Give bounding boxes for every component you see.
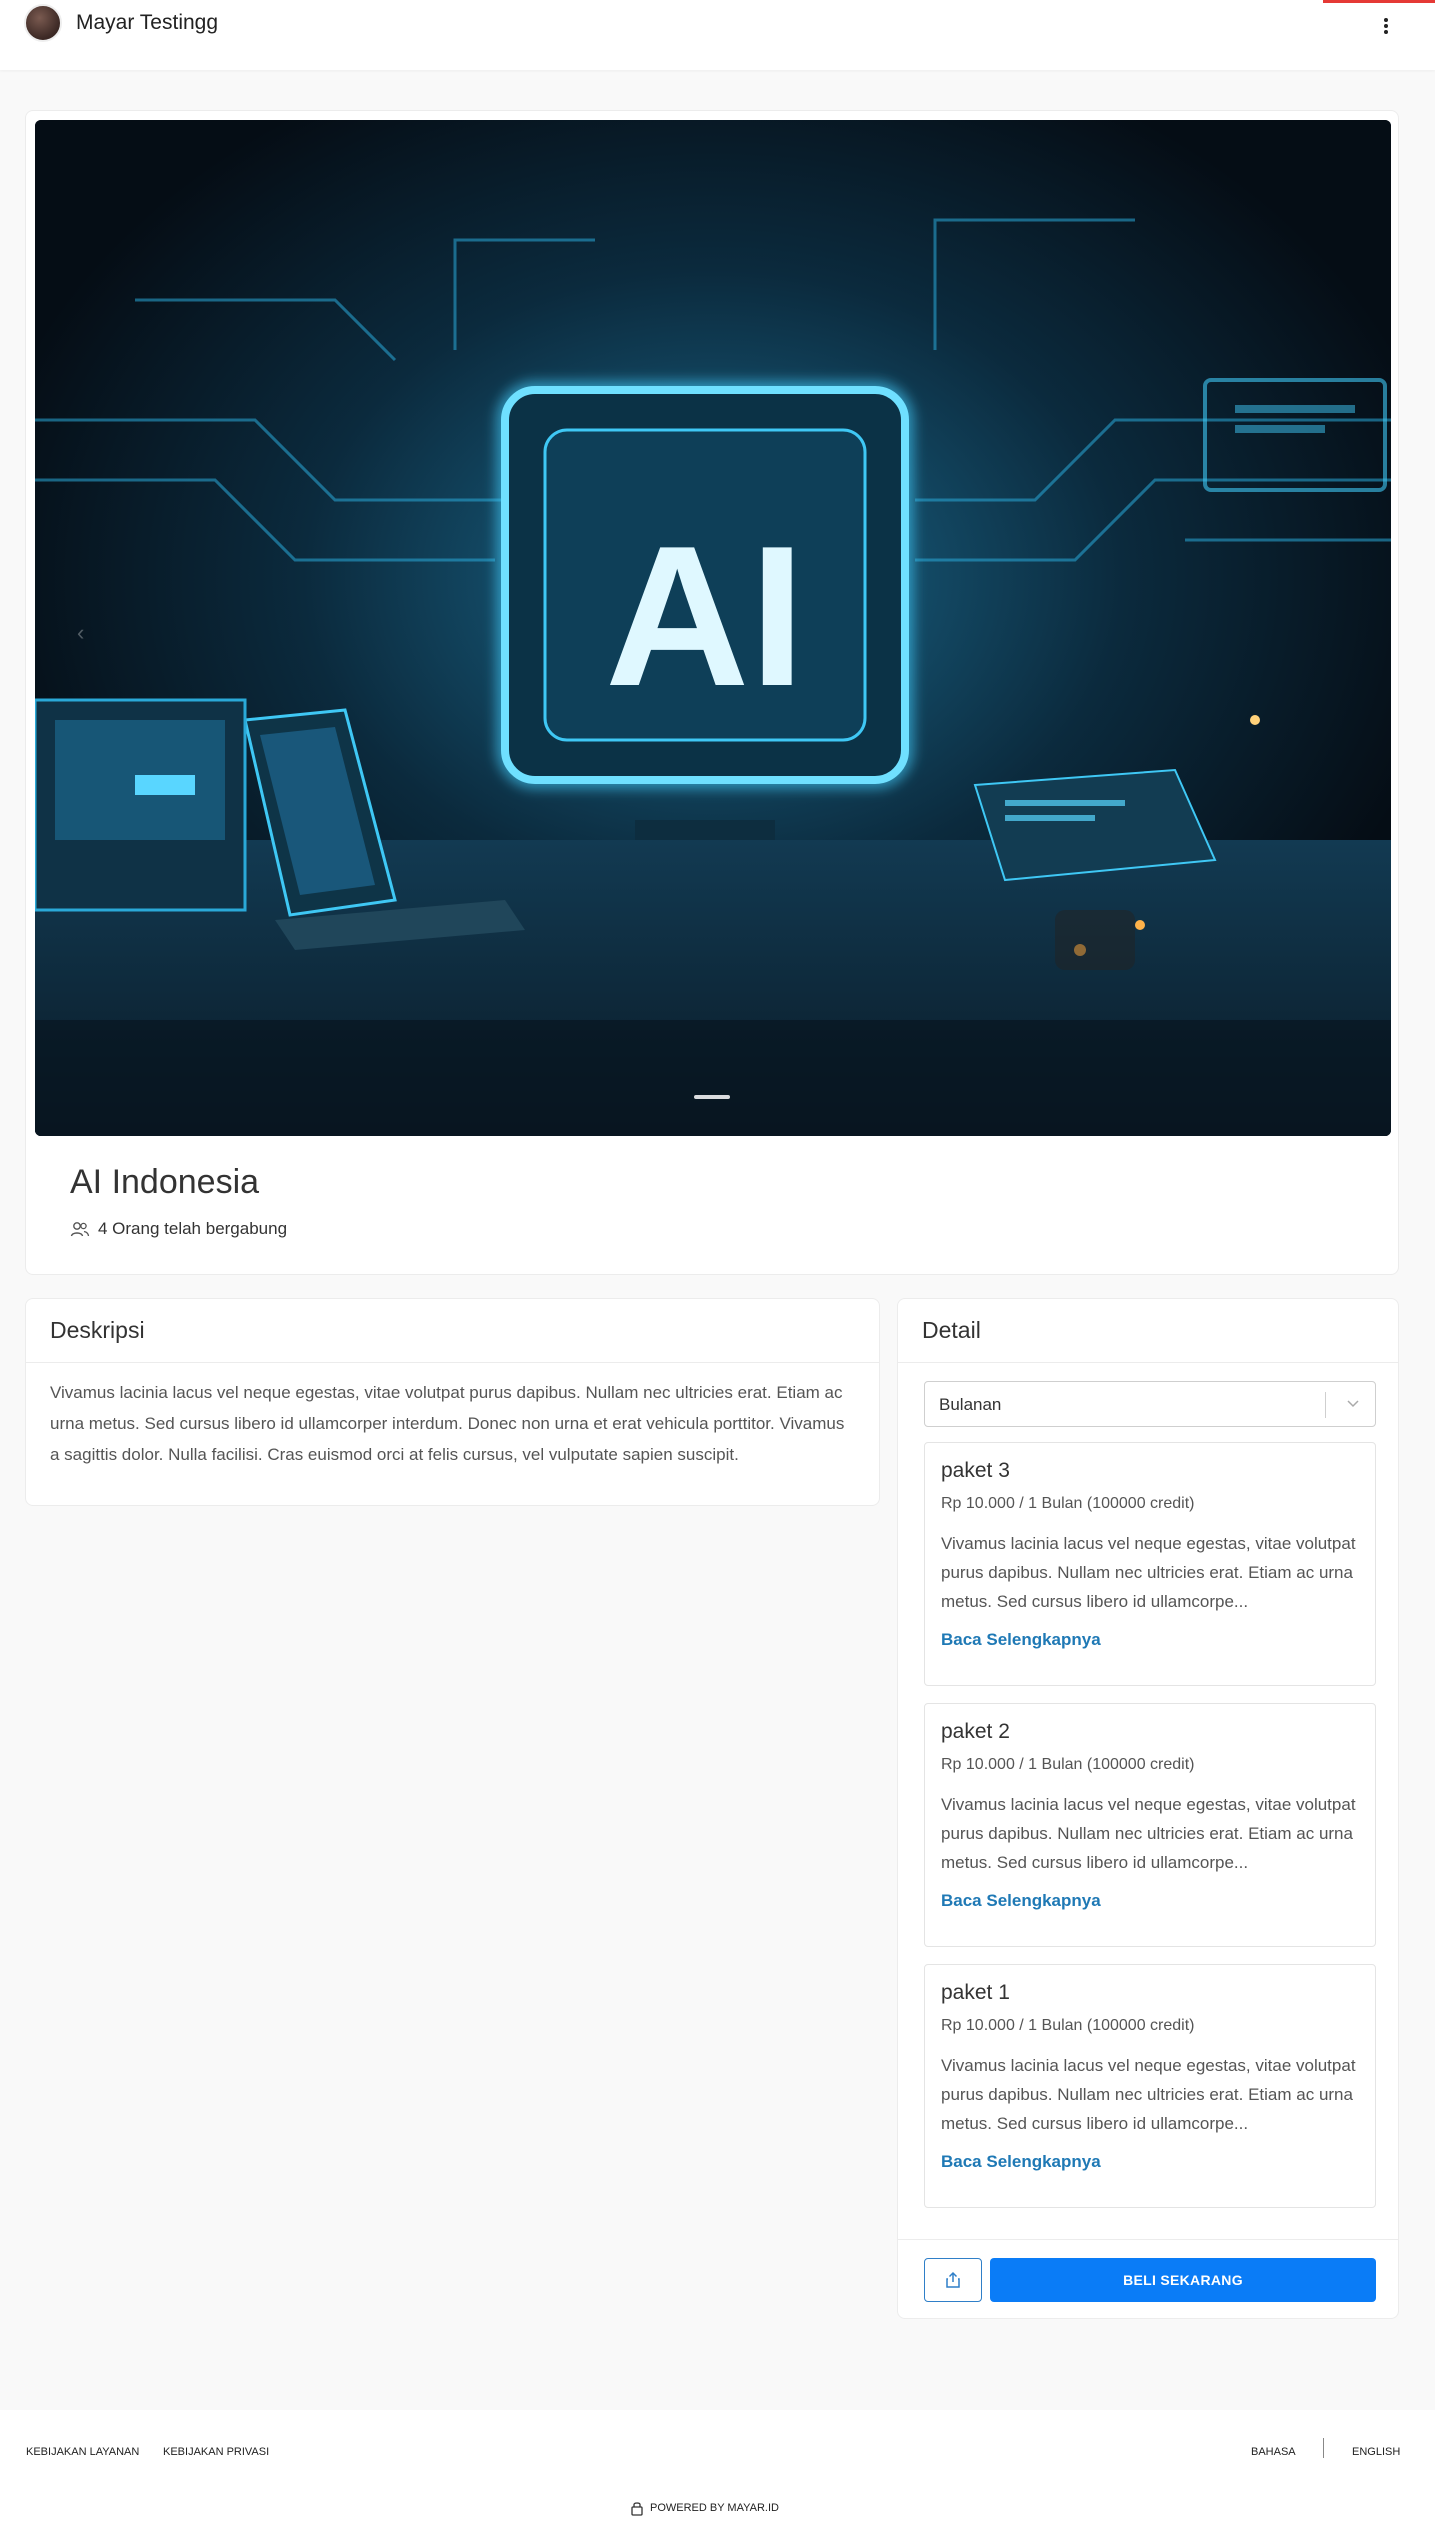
product-title: AI Indonesia <box>70 1163 260 1201</box>
joined-count: 4 Orang telah bergabung <box>70 1219 287 1239</box>
read-more-link[interactable]: Baca Selengkapnya <box>941 1891 1359 1911</box>
package-name: paket 2 <box>941 1720 1010 1743</box>
package-name: paket 3 <box>941 1459 1010 1482</box>
shop-name[interactable]: Mayar Testingg <box>76 11 218 35</box>
period-select[interactable]: Bulanan <box>924 1381 1376 1427</box>
ai-chip-text: AI <box>605 505 805 728</box>
footer-separator <box>1323 2438 1324 2458</box>
package-card[interactable]: paket 3 Rp 10.000 / 1 Bulan (100000 cred… <box>924 1442 1376 1686</box>
package-card[interactable]: paket 2 Rp 10.000 / 1 Bulan (100000 cred… <box>924 1703 1376 1947</box>
description-heading: Deskripsi <box>26 1299 879 1363</box>
powered-by[interactable]: POWERED BY MAYAR.ID <box>630 2500 779 2516</box>
carousel-indicator[interactable] <box>694 1095 730 1099</box>
chevron-left-icon[interactable]: ‹ <box>77 620 84 646</box>
actions-divider <box>898 2239 1398 2240</box>
package-description: Vivamus lacinia lacus vel neque egestas,… <box>941 1795 1356 1872</box>
footer: KEBIJAKAN LAYANAN KEBIJAKAN PRIVASI BAHA… <box>0 2410 1435 2541</box>
language-switch[interactable]: ENGLISH <box>1352 2446 1400 2458</box>
language-label: BAHASA <box>1251 2446 1296 2458</box>
package-name: paket 1 <box>941 1981 1010 2004</box>
description-card: Deskripsi Vivamus lacinia lacus vel nequ… <box>25 1298 880 1506</box>
read-more-link[interactable]: Baca Selengkapnya <box>941 2152 1359 2172</box>
package-description: Vivamus lacinia lacus vel neque egestas,… <box>941 1534 1356 1611</box>
detail-heading: Detail <box>898 1299 1398 1363</box>
avatar[interactable] <box>24 4 62 42</box>
select-separator <box>1325 1392 1326 1418</box>
kebab-menu-icon[interactable] <box>1378 12 1394 40</box>
joined-text: 4 Orang telah bergabung <box>98 1219 288 1238</box>
package-card[interactable]: paket 1 Rp 10.000 / 1 Bulan (100000 cred… <box>924 1964 1376 2208</box>
accent-line <box>1323 0 1435 3</box>
privacy-link[interactable]: KEBIJAKAN PRIVASI <box>163 2446 269 2458</box>
detail-card: Detail Bulanan paket 3 Rp 10.000 / 1 Bul… <box>897 1298 1399 2319</box>
buy-now-button[interactable]: BELI SEKARANG <box>990 2258 1376 2302</box>
description-text: Vivamus lacinia lacus vel neque egestas,… <box>50 1383 845 1464</box>
lock-icon <box>631 2502 643 2516</box>
package-price: Rp 10.000 / 1 Bulan (100000 credit) <box>941 2017 1195 2034</box>
terms-link[interactable]: KEBIJAKAN LAYANAN <box>26 2446 139 2458</box>
package-price: Rp 10.000 / 1 Bulan (100000 credit) <box>941 1756 1195 1773</box>
product-image-carousel[interactable]: AI ‹ <box>35 120 1391 1136</box>
chevron-down-icon[interactable] <box>1345 1395 1361 1411</box>
top-bar: Mayar Testingg <box>0 0 1435 70</box>
powered-by-text: POWERED BY MAYAR.ID <box>650 2502 779 2514</box>
package-price: Rp 10.000 / 1 Bulan (100000 credit) <box>941 1495 1195 1512</box>
product-hero-card: AI ‹ AI Indonesia 4 Orang telah bergabun… <box>25 110 1399 1275</box>
share-icon <box>946 2271 960 2288</box>
read-more-link[interactable]: Baca Selengkapnya <box>941 1630 1359 1650</box>
share-button[interactable] <box>924 2258 982 2302</box>
period-select-value: Bulanan <box>939 1395 1002 1414</box>
package-description: Vivamus lacinia lacus vel neque egestas,… <box>941 2056 1356 2133</box>
users-icon <box>70 1222 90 1237</box>
ai-chip-illustration: AI <box>35 120 1391 1136</box>
